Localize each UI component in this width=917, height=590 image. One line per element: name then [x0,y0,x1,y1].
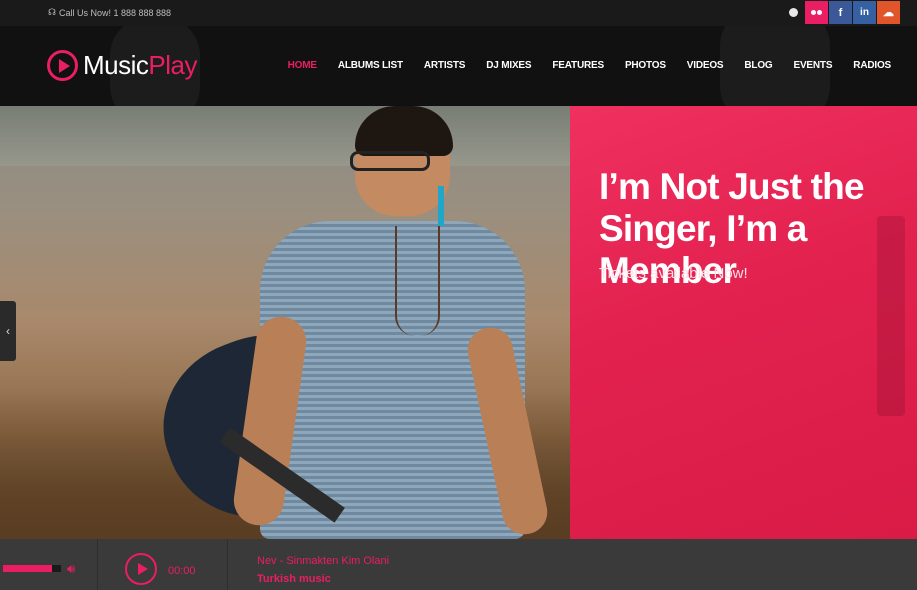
call-us: ☊ Call Us Now! 1 888 888 888 [48,7,171,18]
headset-icon: ☊ [48,7,56,17]
nav-features[interactable]: FEATURES [552,60,604,71]
nav-albums-list[interactable]: ALBUMS LIST [338,60,403,71]
soundcloud-icon[interactable]: ☁ [877,1,900,24]
social-links: f in ☁ [782,1,900,24]
logo-play-icon [47,50,78,81]
slider-prev-button[interactable]: ‹ [0,301,16,361]
nav-photos[interactable]: PHOTOS [625,60,666,71]
call-us-text: Call Us Now! 1 888 888 888 [59,7,172,18]
site-logo[interactable]: MusicPlay [47,50,197,81]
nav-radios[interactable]: RADIOS [853,60,891,71]
track-title: Nev - Sinmakten Kim Olani [257,555,390,567]
hero-subtitle[interactable]: Tickets available Now! [599,265,748,282]
flickr-icon[interactable] [805,1,828,24]
facebook-icon[interactable]: f [829,1,852,24]
volume-control: 🔊︎ [0,539,98,590]
elapsed-time: 00:00 [168,565,196,577]
main-nav: HOME ALBUMS LIST ARTISTS DJ MIXES FEATUR… [288,60,892,71]
logo-text: MusicPlay [83,50,197,80]
track-subtitle: Turkish music [257,573,331,585]
nav-videos[interactable]: VIDEOS [687,60,724,71]
hero-photo [0,106,570,539]
play-control [98,539,228,590]
nav-home[interactable]: HOME [288,60,317,71]
volume-icon[interactable]: 🔊︎ [67,561,75,577]
audio-player: 🔊︎ 00:00 Nev - Sinmakten Kim Olani Turki… [0,539,917,590]
chevron-left-icon: ‹ [6,324,10,338]
main-header: MusicPlay HOME ALBUMS LIST ARTISTS DJ MI… [0,26,917,106]
linkedin-icon[interactable]: in [853,1,876,24]
share-icon[interactable] [782,1,804,24]
nav-artists[interactable]: ARTISTS [424,60,466,71]
play-button[interactable] [125,553,157,585]
nav-blog[interactable]: BLOG [744,60,772,71]
nav-dj-mixes[interactable]: DJ MIXES [486,60,531,71]
volume-level [3,565,53,572]
nav-events[interactable]: EVENTS [793,60,832,71]
top-bar: ☊ Call Us Now! 1 888 888 888 f in ☁ [0,0,917,26]
